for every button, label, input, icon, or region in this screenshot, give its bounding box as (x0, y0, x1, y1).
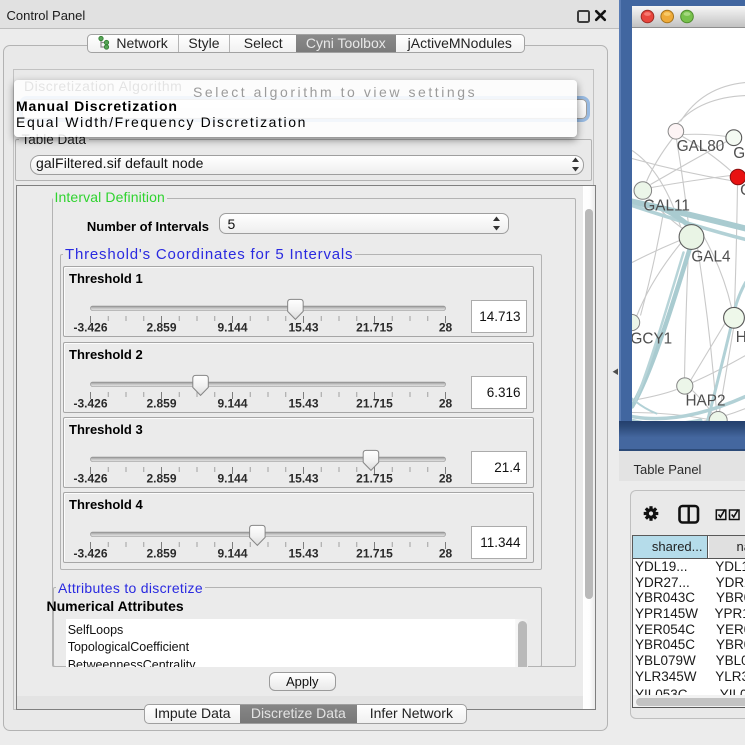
svg-text:28: 28 (439, 321, 453, 335)
svg-text:9.144: 9.144 (217, 547, 247, 561)
svg-text:2.859: 2.859 (146, 471, 176, 485)
svg-text:GCY1: GCY1 (632, 330, 672, 347)
svg-text:9.144: 9.144 (217, 471, 247, 485)
svg-text:GAL11: GAL11 (643, 197, 690, 214)
svg-text:21.715: 21.715 (356, 396, 393, 410)
svg-text:2.859: 2.859 (146, 396, 176, 410)
svg-text:-3.426: -3.426 (73, 547, 107, 561)
svg-text:15.43: 15.43 (288, 471, 318, 485)
svg-text:-3.426: -3.426 (73, 471, 107, 485)
svg-text:28: 28 (439, 396, 453, 410)
svg-text:15.43: 15.43 (288, 547, 318, 561)
svg-text:HAP2: HAP2 (685, 392, 725, 409)
svg-text:2.859: 2.859 (146, 547, 176, 561)
svg-text:15.43: 15.43 (288, 321, 318, 335)
svg-text:9.144: 9.144 (217, 321, 247, 335)
svg-text:2.859: 2.859 (146, 321, 176, 335)
svg-text:GA: GA (733, 145, 745, 162)
svg-text:GAL4: GAL4 (691, 248, 731, 265)
svg-text:21.715: 21.715 (356, 547, 393, 561)
svg-text:21.715: 21.715 (356, 471, 393, 485)
svg-text:21.715: 21.715 (356, 321, 393, 335)
svg-text:9.144: 9.144 (217, 396, 247, 410)
svg-text:28: 28 (439, 471, 453, 485)
svg-text:15.43: 15.43 (288, 396, 318, 410)
svg-text:28: 28 (439, 547, 453, 561)
svg-text:-3.426: -3.426 (73, 396, 107, 410)
svg-text:H: H (735, 329, 745, 346)
svg-text:-3.426: -3.426 (73, 321, 107, 335)
svg-text:GAL80: GAL80 (676, 138, 724, 155)
svg-text:C: C (740, 182, 745, 199)
